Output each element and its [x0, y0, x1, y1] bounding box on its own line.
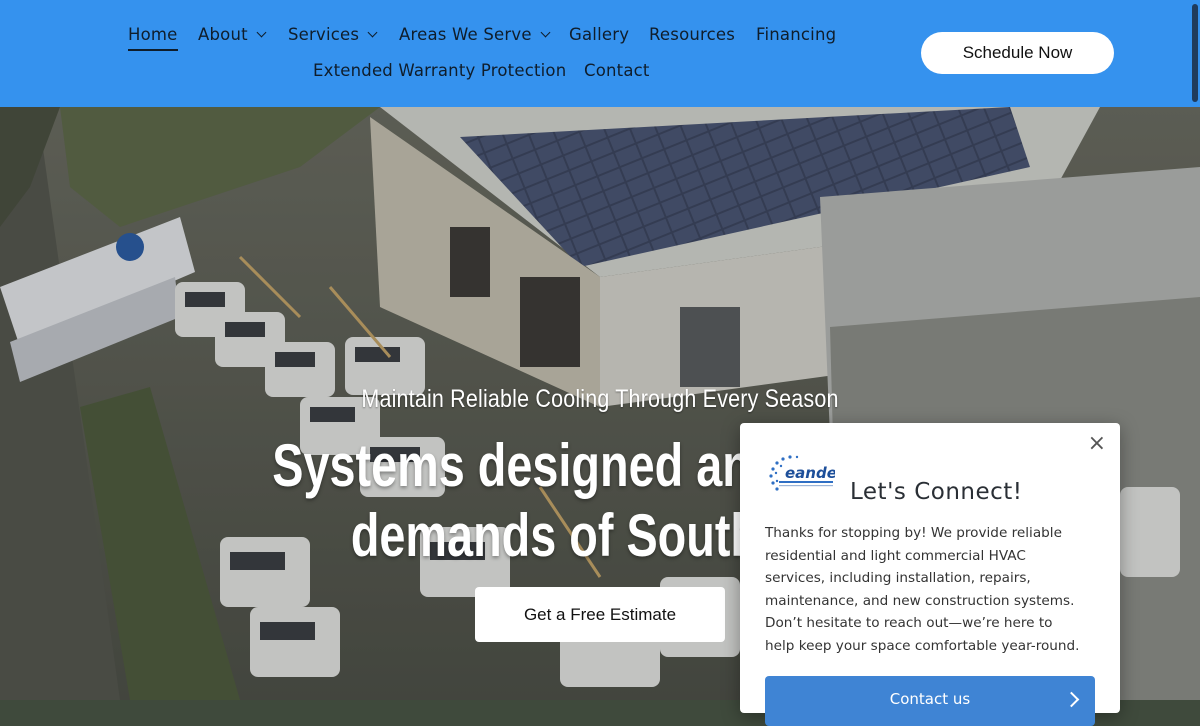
nav-home[interactable]: Home [128, 24, 178, 51]
nav-about[interactable]: About [198, 24, 267, 46]
nav-extended-warranty[interactable]: Extended Warranty Protection [313, 60, 566, 82]
nav-resources[interactable]: Resources [649, 24, 735, 46]
hero-subtitle: Maintain Reliable Cooling Through Every … [361, 385, 839, 413]
lets-connect-popup: × eande Let's Connect! Thanks for stoppi… [740, 423, 1120, 726]
nav-services-label: Services [288, 25, 360, 44]
schedule-now-button[interactable]: Schedule Now [921, 32, 1114, 74]
site-header: Home About Services Areas We Serve Galle… [0, 0, 1200, 107]
chevron-down-icon [256, 27, 267, 38]
nav-about-label: About [198, 25, 248, 44]
contact-us-label: Contact us [889, 690, 971, 708]
page-scrollbar[interactable] [1190, 0, 1200, 700]
nav-financing[interactable]: Financing [756, 24, 836, 46]
contact-us-button[interactable]: Contact us [765, 676, 1095, 726]
nav-areas[interactable]: Areas We Serve [399, 24, 551, 46]
nav-gallery[interactable]: Gallery [569, 24, 629, 46]
chevron-down-icon [540, 27, 551, 38]
logo-wordmark: eande [785, 464, 835, 482]
chevron-down-icon [367, 27, 378, 38]
nav-services[interactable]: Services [288, 24, 378, 46]
free-estimate-button[interactable]: Get a Free Estimate [475, 587, 725, 642]
scrollbar-thumb[interactable] [1192, 4, 1198, 102]
popup-title: Let's Connect! [850, 479, 1023, 505]
close-icon[interactable]: × [1088, 431, 1106, 457]
popup-body-text: Thanks for stopping by! We provide relia… [765, 525, 1080, 654]
nav-areas-label: Areas We Serve [399, 25, 532, 44]
nav-contact[interactable]: Contact [584, 60, 650, 82]
company-logo: eande [769, 455, 835, 491]
